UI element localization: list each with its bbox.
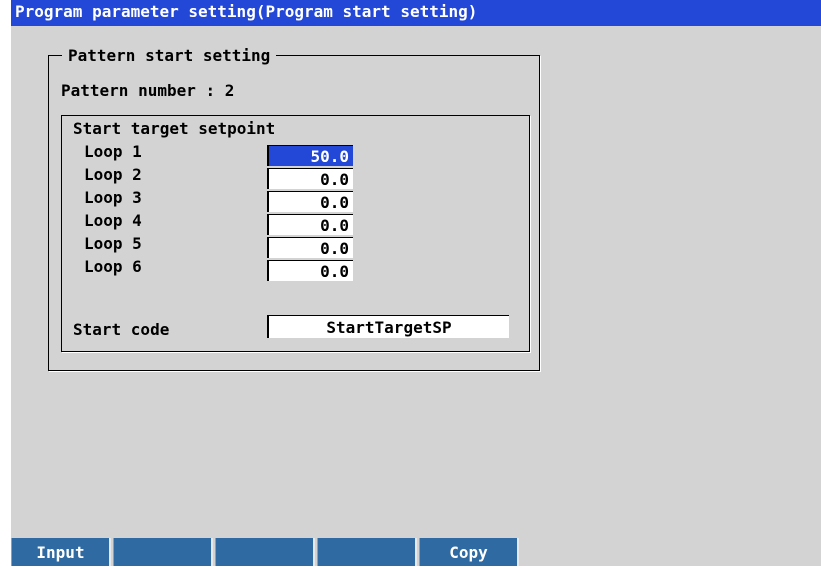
softkey-3[interactable] [215, 538, 315, 566]
loop-5-field[interactable]: 0.0 [267, 237, 353, 258]
loop-4-label: Loop 4 [84, 211, 142, 230]
softkey-4[interactable] [317, 538, 417, 566]
loop-6-field[interactable]: 0.0 [267, 260, 353, 281]
softkey-2[interactable] [113, 538, 213, 566]
loop-1-field[interactable]: 50.0 [267, 145, 353, 166]
input-softkey[interactable]: Input [11, 538, 111, 566]
window-title: Program parameter setting(Program start … [11, 0, 821, 26]
loop-2-field[interactable]: 0.0 [267, 168, 353, 189]
loop-1-label: Loop 1 [84, 142, 142, 161]
loop-5-label: Loop 5 [84, 234, 142, 253]
loop-3-label: Loop 3 [84, 188, 142, 207]
screen: Program parameter setting(Program start … [11, 0, 821, 566]
start-code-field[interactable]: StartTargetSP [267, 315, 509, 338]
start-code-label: Start code [73, 320, 170, 339]
softkey-bar: Input Copy [11, 538, 821, 566]
loop-4-field[interactable]: 0.0 [267, 214, 353, 235]
pattern-number-row: Pattern number : 2 [61, 80, 234, 102]
pattern-number-value: 2 [224, 81, 235, 100]
loop-3-field[interactable]: 0.0 [267, 191, 353, 212]
start-target-title: Start target setpoint [73, 119, 276, 138]
loop-6-label: Loop 6 [84, 257, 142, 276]
group-title: Pattern start setting [62, 45, 277, 67]
pattern-number-label: Pattern number : [61, 81, 216, 100]
copy-softkey[interactable]: Copy [419, 538, 519, 566]
loop-2-label: Loop 2 [84, 165, 142, 184]
